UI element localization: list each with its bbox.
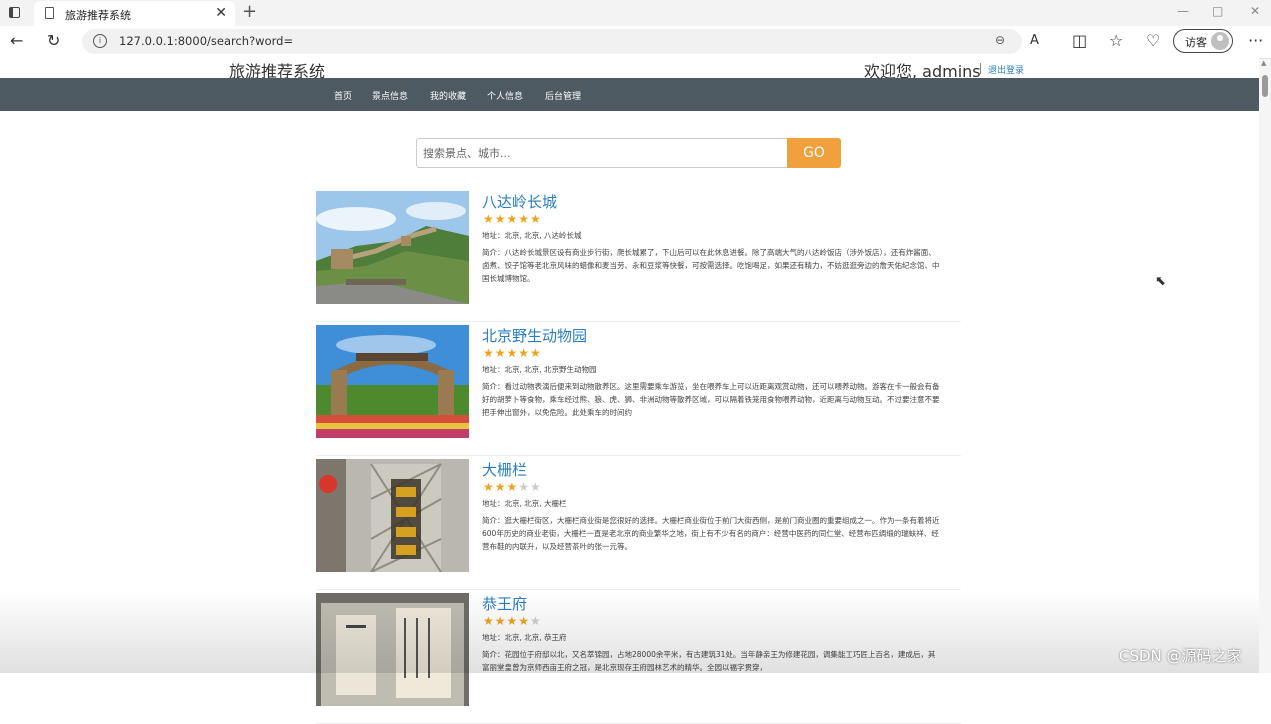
attraction-name[interactable]: 大栅栏	[482, 459, 527, 480]
attraction-item: 大栅栏 ★★★★★ 地址：北京, 北京, 大栅栏 简介：逛大栅栏街区，大栅栏商业…	[316, 459, 961, 590]
attraction-address: 地址：北京, 北京, 北京野生动物园	[482, 365, 597, 374]
main-navbar: 首页 景点信息 我的收藏 个人信息 后台管理	[0, 78, 1259, 111]
back-icon[interactable]: ←	[10, 31, 23, 50]
close-tab-icon[interactable]: ✕	[215, 5, 227, 21]
nav-profile[interactable]: 个人信息	[487, 89, 523, 102]
mouse-cursor-icon: ⬉	[1155, 274, 1166, 289]
profile-button[interactable]: 访客	[1173, 29, 1233, 53]
vertical-scrollbar[interactable]: ▲	[1259, 59, 1271, 673]
avatar-icon	[1211, 32, 1229, 50]
attraction-address: 地址：北京, 北京, 恭王府	[482, 633, 567, 642]
attraction-description: 简介：花园位于府邸以北，又名萃锦园，占地28000余平米，有古建筑31处。当年静…	[482, 650, 936, 672]
logout-link[interactable]: 退出登录	[988, 63, 1024, 76]
reload-icon[interactable]: ↻	[47, 31, 60, 50]
new-tab-button[interactable]: +	[242, 1, 257, 22]
attraction-photo[interactable]	[316, 191, 469, 304]
attraction-photo[interactable]	[316, 325, 469, 438]
maximize-icon[interactable]: □	[1212, 4, 1223, 18]
attraction-item: 北京野生动物园 ★★★★★ 地址：北京, 北京, 北京野生动物园 简介：看过动物…	[316, 325, 961, 456]
search-button[interactable]: GO	[787, 138, 841, 168]
nav-home[interactable]: 首页	[334, 89, 352, 102]
attraction-name[interactable]: 北京野生动物园	[482, 325, 587, 346]
more-menu-icon[interactable]: ···	[1248, 31, 1263, 50]
tab-title: 旅游推荐系统	[65, 9, 131, 22]
attraction-address: 地址：北京, 北京, 八达岭长城	[482, 231, 582, 240]
attraction-item: 八达岭长城 ★★★★★ 地址：北京, 北京, 八达岭长城 简介：八达岭长城景区设…	[316, 191, 961, 322]
scroll-up-icon[interactable]: ▲	[1261, 59, 1266, 67]
attraction-address: 地址：北京, 北京, 大栅栏	[482, 499, 567, 508]
attraction-description: 简介：看过动物表演后便来到动物散养区。这里需要乘车游览，坐在喂养车上可以近距离观…	[482, 382, 940, 417]
minimize-icon[interactable]: —	[1177, 4, 1189, 18]
close-window-icon[interactable]: ✕	[1250, 4, 1260, 18]
attraction-photo[interactable]	[316, 593, 469, 706]
favorites-icon[interactable]: ☆	[1109, 31, 1123, 50]
rating-stars: ★★★★★	[483, 346, 542, 360]
attraction-item: 恭王府 ★★★★★ 地址：北京, 北京, 恭王府 简介：花园位于府邸以北，又名萃…	[316, 593, 961, 724]
nav-attractions[interactable]: 景点信息	[372, 89, 408, 102]
profile-label: 访客	[1185, 36, 1207, 49]
url-text[interactable]: 127.0.0.1:8000/search?word=	[119, 34, 293, 48]
attraction-description: 简介：逛大栅栏街区，大栅栏商业街是您很好的选择。大栅栏商业街位于前门大街西侧，是…	[482, 516, 940, 551]
browser-toolbar: ← ↻ i 127.0.0.1:8000/search?word= ⊖ A ◫ …	[0, 26, 1271, 59]
rating-stars: ★★★★★	[483, 480, 542, 494]
search-input[interactable]	[416, 138, 788, 168]
attraction-name[interactable]: 恭王府	[482, 593, 527, 614]
zoom-icon[interactable]: ⊖	[995, 33, 1005, 47]
rating-stars: ★★★★★	[483, 212, 542, 226]
page-icon	[45, 7, 54, 19]
attraction-name[interactable]: 八达岭长城	[482, 191, 557, 212]
site-header: 旅游推荐系统 欢迎您, admins 退出登录	[0, 58, 1259, 81]
header-divider	[980, 63, 981, 74]
browser-tab[interactable]: 旅游推荐系统 ✕	[34, 1, 235, 26]
split-screen-icon[interactable]: ◫	[1072, 31, 1087, 50]
nav-admin[interactable]: 后台管理	[545, 89, 581, 102]
scrollbar-thumb[interactable]	[1262, 75, 1268, 97]
rating-stars: ★★★★★	[483, 614, 542, 628]
watermark: CSDN @源码之家	[1119, 647, 1242, 665]
read-aloud-icon[interactable]: A	[1030, 33, 1039, 48]
site-info-icon[interactable]: i	[93, 34, 107, 48]
nav-favorites[interactable]: 我的收藏	[430, 89, 466, 102]
browser-tab-bar: 旅游推荐系统 ✕ + — □ ✕	[0, 0, 1271, 26]
browser-essentials-icon[interactable]: ♡	[1146, 31, 1160, 50]
attraction-photo[interactable]	[316, 459, 469, 572]
tab-actions-icon[interactable]	[9, 7, 20, 18]
attraction-description: 简介：八达岭长城景区设有商业步行街，爬长城累了，下山后可以在此休息进餐。除了高端…	[482, 248, 940, 283]
address-bar[interactable]: i 127.0.0.1:8000/search?word= ⊖	[82, 29, 1022, 54]
